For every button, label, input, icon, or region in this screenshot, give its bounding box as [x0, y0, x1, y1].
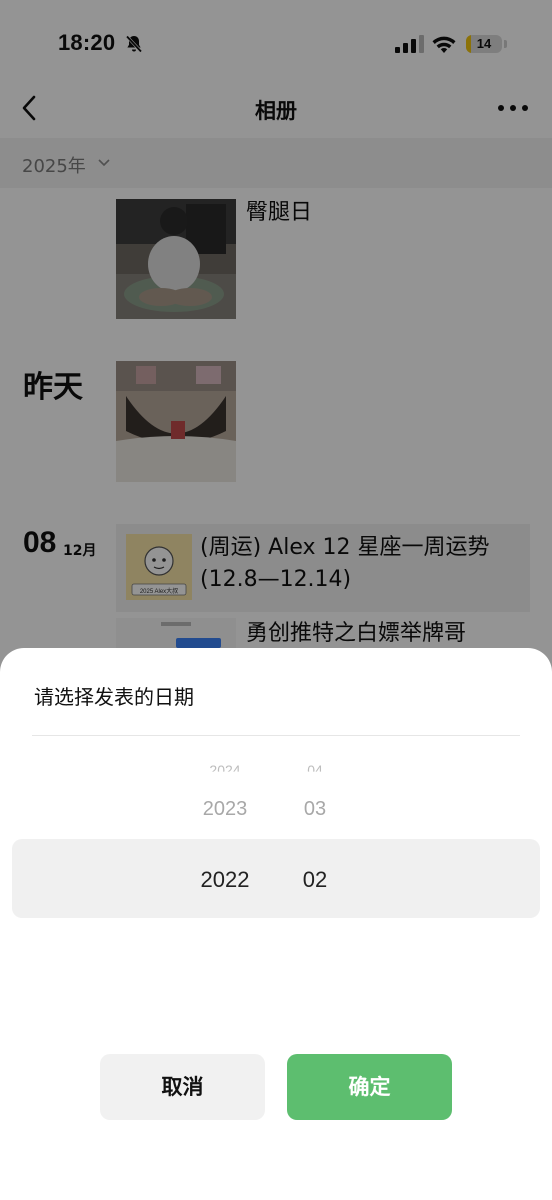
- confirm-button[interactable]: 确定: [287, 1054, 452, 1120]
- month-option[interactable]: 04: [290, 762, 340, 772]
- sheet-title: 请选择发表的日期: [34, 685, 194, 709]
- cancel-button[interactable]: 取消: [100, 1054, 265, 1120]
- divider: [32, 735, 520, 736]
- year-option[interactable]: 2023: [185, 798, 265, 821]
- year-option[interactable]: 2024: [185, 762, 265, 772]
- month-option[interactable]: 03: [290, 798, 340, 821]
- picker-selection-highlight: [12, 839, 540, 918]
- date-picker-sheet: 请选择发表的日期 2024 2023 2022 04 03 02 取消 确定: [0, 648, 552, 1200]
- year-option-selected[interactable]: 2022: [185, 867, 265, 893]
- month-option-selected[interactable]: 02: [290, 867, 340, 893]
